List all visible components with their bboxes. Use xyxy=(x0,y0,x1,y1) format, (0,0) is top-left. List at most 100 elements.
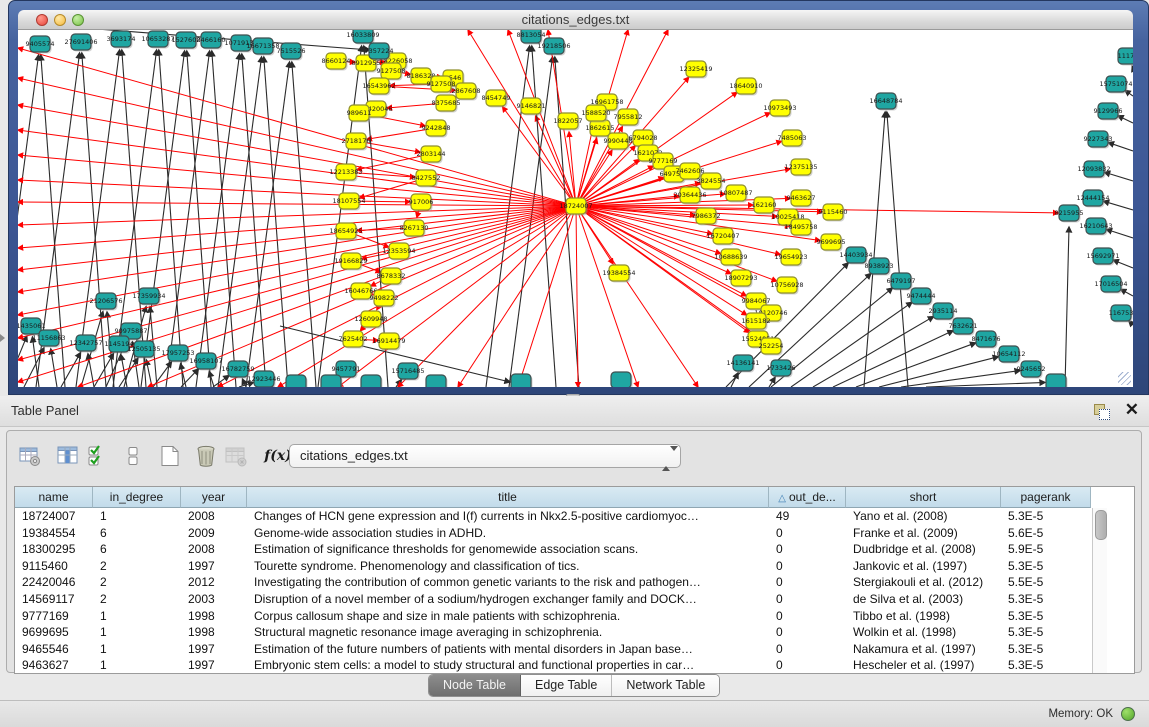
network-canvas[interactable]: 1872400712325419186409101696175879558121… xyxy=(18,30,1133,387)
table-cell: Hescheler et al. (1997) xyxy=(846,657,1001,674)
table-row[interactable]: 969969511998Structural magnetic resonanc… xyxy=(15,624,1134,641)
svg-text:7515526: 7515526 xyxy=(277,47,306,55)
function-builder-icon[interactable]: f(x) xyxy=(265,443,291,469)
column-header-short[interactable]: short xyxy=(846,487,1001,508)
column-header-in_degree[interactable]: in_degree xyxy=(93,487,181,508)
table-cell: 1997 xyxy=(181,558,247,575)
node[interactable] xyxy=(361,375,381,387)
table-row[interactable]: 911546021997Tourette syndrome. Phenomeno… xyxy=(15,558,1134,575)
table-cell: 2 xyxy=(93,574,181,591)
table-cell: de Silva et al. (2003) xyxy=(846,591,1001,608)
svg-text:18724007: 18724007 xyxy=(559,202,592,210)
column-header-out_de[interactable]: △out_de... xyxy=(769,487,846,508)
dropdown-arrows-icon xyxy=(662,448,671,470)
close-panel-icon[interactable]: ✕ xyxy=(1125,400,1139,420)
svg-text:7462606: 7462606 xyxy=(676,167,705,175)
column-header-year[interactable]: year xyxy=(181,487,247,508)
svg-text:12375135: 12375135 xyxy=(784,163,817,171)
table-cell: 22420046 xyxy=(15,574,93,591)
table-vertical-scrollbar[interactable] xyxy=(1092,508,1107,673)
svg-text:15692971: 15692971 xyxy=(1086,252,1119,260)
svg-text:12093832: 12093832 xyxy=(1077,165,1110,173)
table-cell: 2008 xyxy=(181,541,247,558)
svg-text:16210643: 16210643 xyxy=(1079,222,1112,230)
svg-text:15716485: 15716485 xyxy=(391,367,424,375)
svg-text:8466160: 8466160 xyxy=(197,36,226,44)
table-panel: f(x) citations_edges.txt namein_degreeye… xyxy=(6,430,1142,673)
column-header-pagerank[interactable]: pagerank xyxy=(1001,487,1091,508)
svg-text:19384554: 19384554 xyxy=(602,269,635,277)
column-header-title[interactable]: title xyxy=(247,487,769,508)
svg-text:12353594: 12353594 xyxy=(382,247,415,255)
svg-text:3824554: 3824554 xyxy=(697,177,726,185)
svg-text:9457791: 9457791 xyxy=(332,365,361,373)
table-row[interactable]: 946362711997Embryonic stem cells: a mode… xyxy=(15,657,1134,674)
svg-text:14136141: 14136141 xyxy=(726,359,759,367)
citation-network-graph[interactable]: 1872400712325419186409101696175879558121… xyxy=(18,30,1133,387)
scrollbar-thumb[interactable] xyxy=(1095,510,1107,540)
float-panel-icon[interactable] xyxy=(1093,403,1109,419)
table-row[interactable]: 2242004622012Investigating the contribut… xyxy=(15,574,1134,591)
svg-text:9474444: 9474444 xyxy=(907,292,936,300)
svg-text:18495758: 18495758 xyxy=(784,223,817,231)
table-cell: 0 xyxy=(769,574,846,591)
svg-text:12325419: 12325419 xyxy=(679,65,712,73)
svg-text:3693174: 3693174 xyxy=(107,35,136,43)
select-all-icon[interactable] xyxy=(85,443,111,469)
show-columns-icon[interactable] xyxy=(55,443,81,469)
table-cell: 1998 xyxy=(181,624,247,641)
node[interactable] xyxy=(286,375,306,387)
table-settings-icon[interactable] xyxy=(17,443,43,469)
table-cell: 6 xyxy=(93,525,181,542)
network-window-title: citations_edges.txt xyxy=(18,12,1133,27)
table-cell: 2 xyxy=(93,591,181,608)
delete-icon[interactable] xyxy=(193,443,219,469)
node[interactable] xyxy=(321,375,341,387)
deselect-all-icon[interactable] xyxy=(121,443,147,469)
table-row[interactable]: 1830029562008Estimation of significance … xyxy=(15,541,1134,558)
svg-text:6794028: 6794028 xyxy=(629,134,658,142)
tab-network-table[interactable]: Network Table xyxy=(612,675,719,696)
panel-collapse-arrow-icon[interactable] xyxy=(0,334,5,342)
table-cell: Investigating the contribution of common… xyxy=(247,574,769,591)
table-row[interactable]: 946554611997Estimation of the future num… xyxy=(15,641,1134,658)
svg-text:2867608: 2867608 xyxy=(452,87,481,95)
tab-edge-table[interactable]: Edge Table xyxy=(521,675,612,696)
svg-text:17359934: 17359934 xyxy=(132,292,165,300)
node[interactable] xyxy=(1046,374,1066,387)
table-cell: 0 xyxy=(769,558,846,575)
table-row[interactable]: 1938455462009Genome-wide association stu… xyxy=(15,525,1134,542)
svg-text:1588520: 1588520 xyxy=(582,109,611,117)
column-header-name[interactable]: name xyxy=(15,487,93,508)
svg-text:6479197: 6479197 xyxy=(887,277,916,285)
table-cell: 1 xyxy=(93,657,181,674)
svg-text:989611: 989611 xyxy=(347,109,372,117)
tab-node-table[interactable]: Node Table xyxy=(429,675,521,696)
delete-table-disabled-icon[interactable] xyxy=(223,443,249,469)
resize-grip[interactable] xyxy=(1118,372,1131,385)
svg-text:9245652: 9245652 xyxy=(1017,365,1046,373)
table-selector-dropdown[interactable]: citations_edges.txt xyxy=(289,444,681,468)
network-window[interactable]: citations_edges.txt 18724007123254191864… xyxy=(8,0,1149,395)
node[interactable] xyxy=(611,372,631,387)
svg-text:18107554: 18107554 xyxy=(332,197,365,205)
table-cell: 1998 xyxy=(181,608,247,625)
svg-text:9129966: 9129966 xyxy=(1094,107,1123,115)
node[interactable] xyxy=(511,374,531,387)
node[interactable] xyxy=(426,375,446,387)
network-window-titlebar[interactable]: citations_edges.txt xyxy=(18,10,1133,30)
svg-text:20364436: 20364436 xyxy=(673,191,706,199)
svg-text:10654112: 10654112 xyxy=(992,350,1025,358)
table-cell: 2 xyxy=(93,558,181,575)
table-cell: Tibbo et al. (1998) xyxy=(846,608,1001,625)
svg-text:12342757: 12342757 xyxy=(69,339,102,347)
table-cell: Franke et al. (2009) xyxy=(846,525,1001,542)
new-file-icon[interactable] xyxy=(157,443,183,469)
table-row[interactable]: 977716911998Corpus callosum shape and si… xyxy=(15,608,1134,625)
table-cell: 1 xyxy=(93,508,181,525)
svg-text:16543962: 16543962 xyxy=(362,82,395,90)
table-row[interactable]: 1456911722003Disruption of a novel membe… xyxy=(15,591,1134,608)
table-cell: 5.9E-5 xyxy=(1001,541,1091,558)
table-row[interactable]: 1872400712008Changes of HCN gene express… xyxy=(15,508,1134,525)
svg-text:7955812: 7955812 xyxy=(614,113,643,121)
